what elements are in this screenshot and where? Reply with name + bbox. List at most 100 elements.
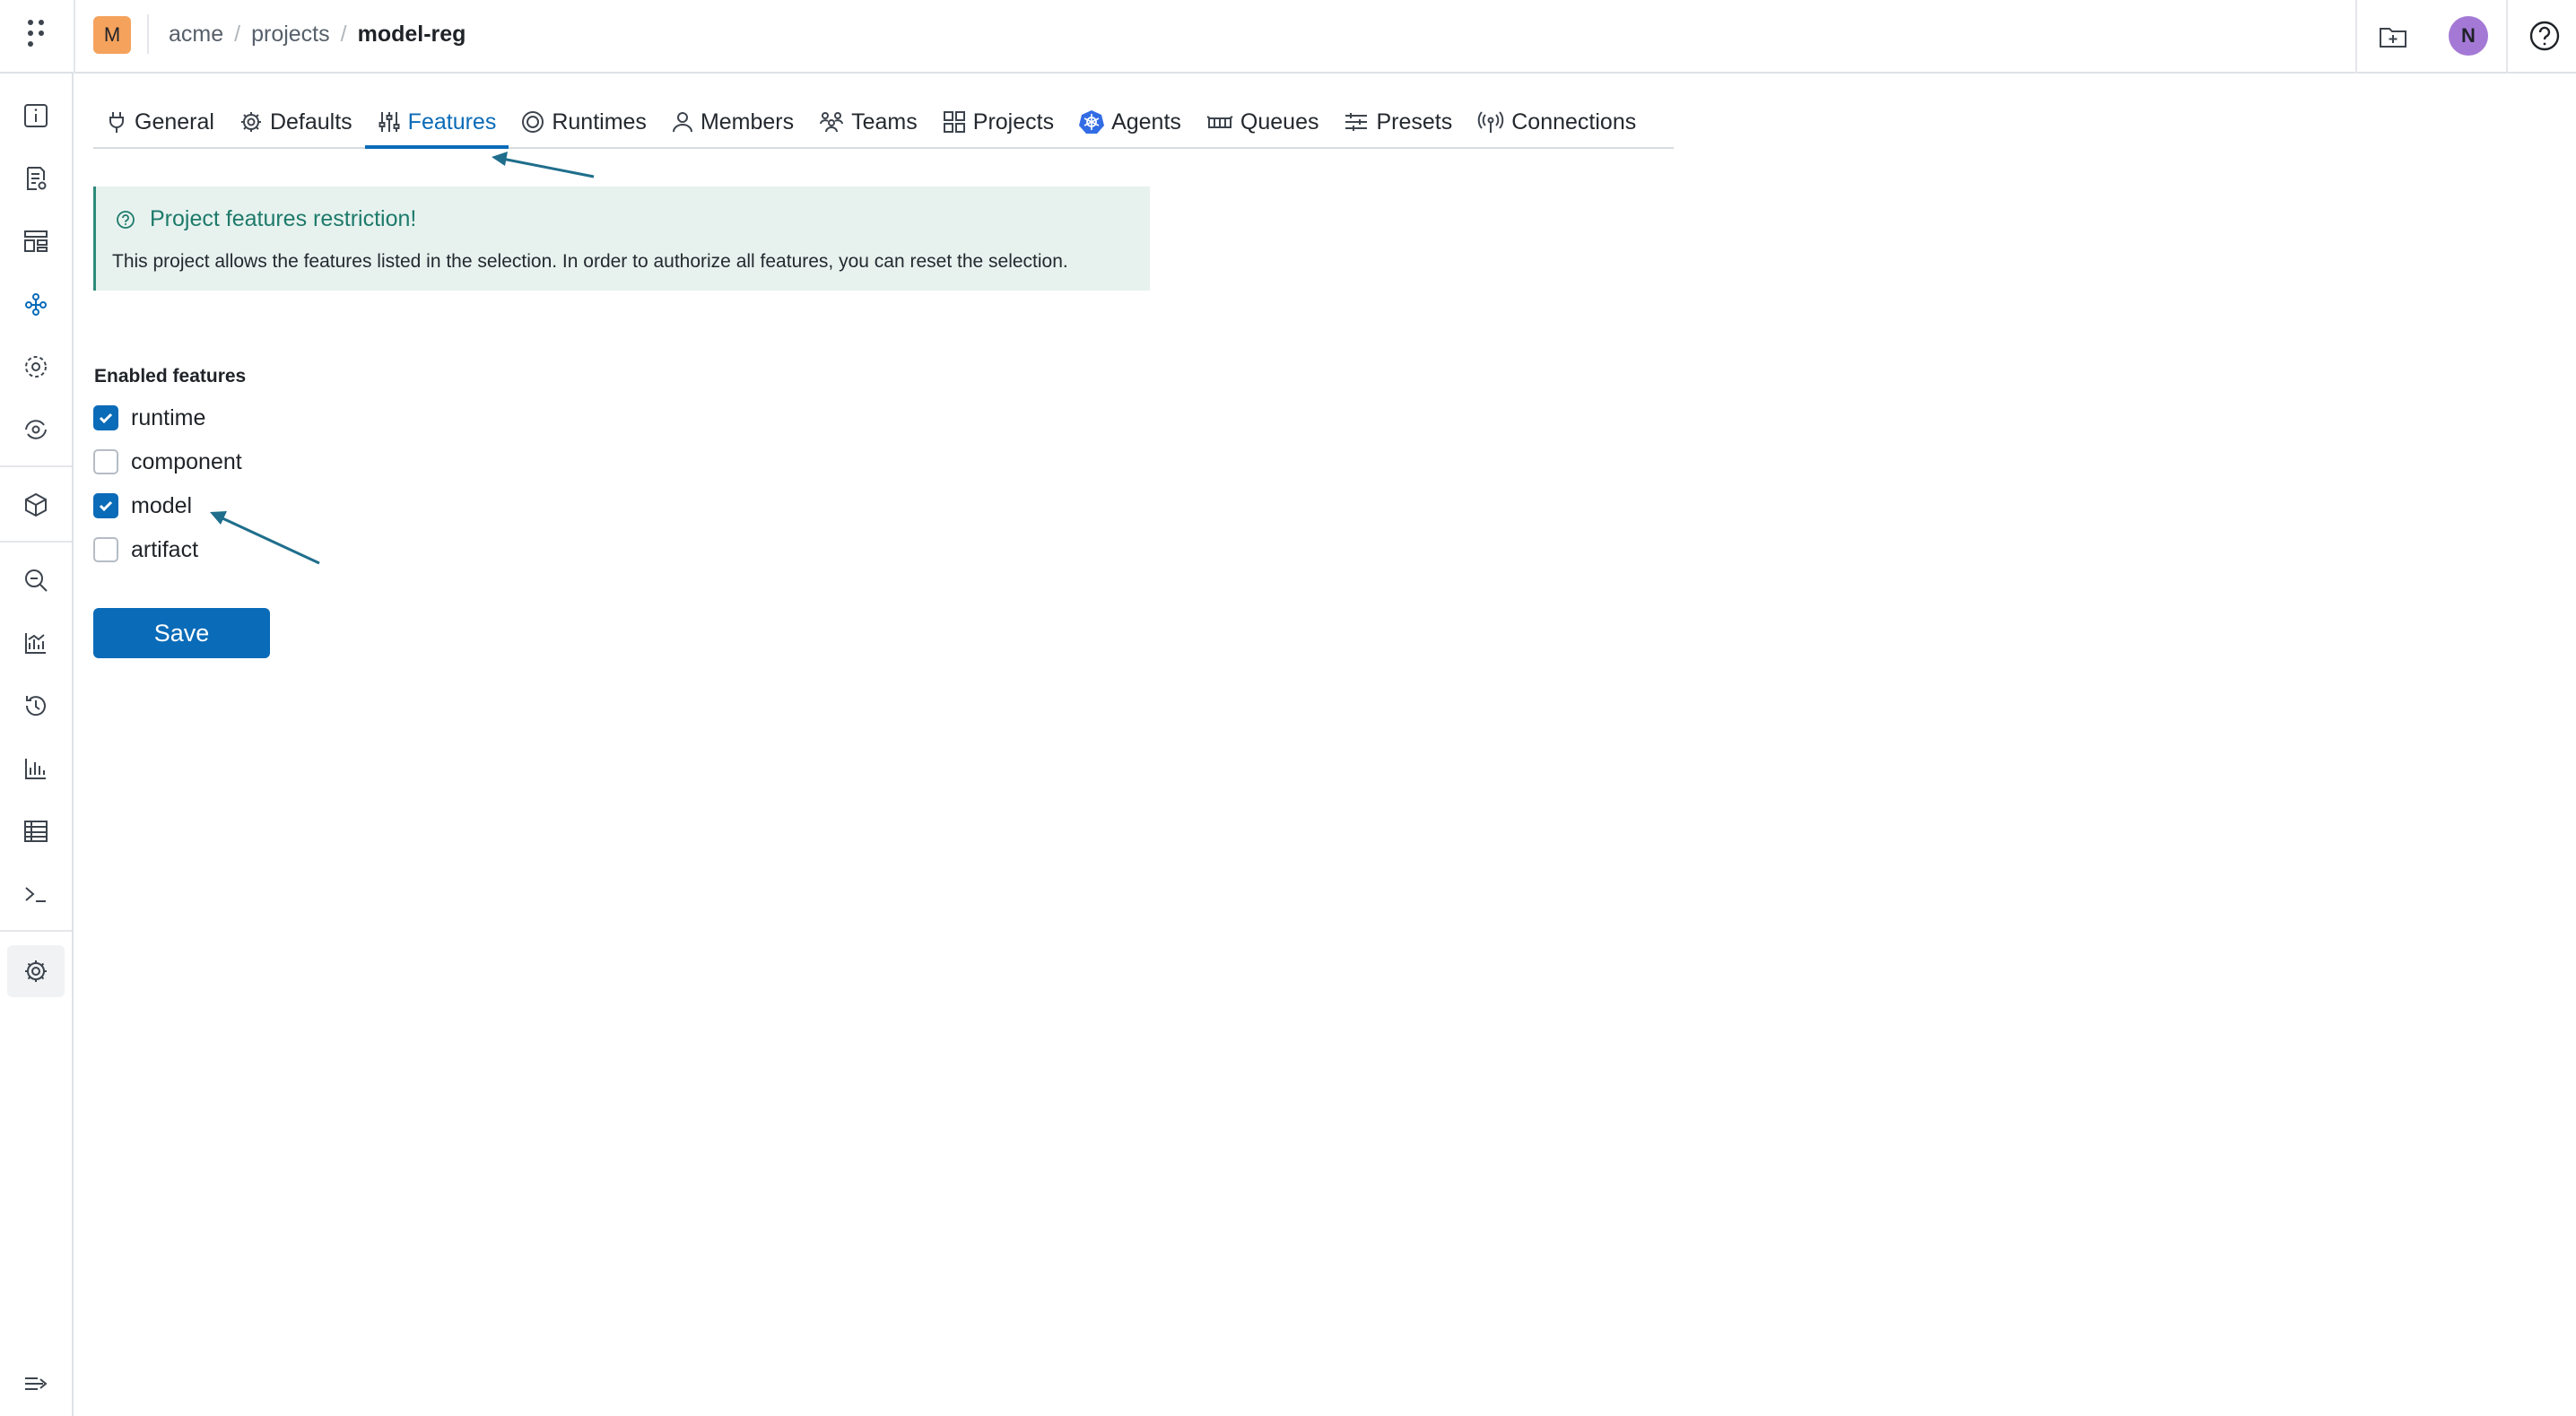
tab-label: General (135, 109, 214, 135)
tab-label: Defaults (269, 109, 352, 135)
feature-checkbox-artifact[interactable] (93, 537, 118, 562)
sidebar-item-terminal[interactable] (18, 876, 54, 912)
apps-grid-icon (28, 20, 44, 47)
left-sidebar (0, 74, 74, 1416)
history-icon (25, 696, 46, 717)
callout-body: This project allows the features listed … (112, 251, 1068, 272)
breadcrumb-org[interactable]: acme (169, 22, 223, 48)
tab-general[interactable]: General (93, 97, 227, 147)
tab-label: Connections (1511, 109, 1637, 135)
tab-label: Projects (972, 109, 1055, 135)
breadcrumb: acme / projects / model-reg (147, 14, 466, 54)
queue-icon (1206, 116, 1233, 128)
presets-icon (1345, 113, 1368, 131)
eye-sync-icon (25, 420, 47, 439)
user-icon (672, 112, 692, 133)
cluster-icon (25, 356, 47, 378)
sidebar-item-tables[interactable] (18, 813, 54, 849)
sidebar-divider (0, 541, 72, 543)
sidebar-item-models[interactable] (18, 487, 54, 523)
sidebar-item-dashboard[interactable] (18, 223, 54, 259)
divider (74, 0, 75, 74)
feature-label: component (131, 448, 242, 474)
tab-label: Teams (851, 109, 918, 135)
bar-chart-icon (25, 759, 46, 779)
feature-checkbox-model[interactable] (93, 493, 118, 518)
feature-label: artifact (131, 536, 199, 562)
feature-checkbox-runtime[interactable] (93, 405, 118, 430)
tab-agents[interactable]: Agents (1066, 97, 1194, 147)
sidebar-item-settings[interactable] (18, 953, 54, 989)
tab-label: Agents (1111, 109, 1181, 135)
tab-projects[interactable]: Projects (930, 97, 1066, 147)
breadcrumb-separator: / (234, 21, 241, 47)
sidebar-divider (0, 465, 72, 467)
chart-line-icon (25, 633, 46, 654)
sidebar-item-kubernetes[interactable] (18, 349, 54, 385)
folder-plus-icon (2380, 28, 2406, 48)
tab-label: Features (407, 109, 497, 135)
sidebar-divider (0, 930, 72, 932)
callout-title: Project features restriction! (150, 206, 417, 231)
tab-label: Queues (1240, 109, 1319, 135)
gear-icon (25, 960, 47, 982)
gear-icon (240, 112, 261, 132)
tab-connections[interactable]: Connections (1465, 97, 1649, 147)
terminal-icon (25, 887, 46, 902)
breadcrumb-separator: / (340, 21, 347, 47)
antenna-icon (1478, 111, 1504, 133)
help-button[interactable] (2525, 16, 2564, 56)
sidebar-item-graph[interactable] (18, 286, 54, 322)
sidebar-item-analytics[interactable] (18, 625, 54, 661)
tab-label: Members (700, 109, 795, 135)
dashboard-icon (24, 230, 48, 252)
new-folder-button[interactable] (2375, 18, 2411, 54)
apps-menu-button[interactable] (18, 16, 54, 52)
sidebar-item-search[interactable] (18, 562, 54, 598)
breadcrumb-projects[interactable]: projects (251, 22, 330, 48)
sidebar-item-monitor[interactable] (18, 412, 54, 447)
save-button[interactable]: Save (93, 608, 270, 658)
grid-icon (943, 111, 965, 133)
plug-icon (109, 112, 124, 133)
tab-teams[interactable]: Teams (806, 97, 930, 147)
breadcrumb-current-project: model-reg (357, 21, 466, 47)
feature-model[interactable]: model (93, 490, 192, 522)
feature-artifact[interactable]: artifact (93, 534, 198, 566)
project-badge[interactable]: M (93, 16, 131, 54)
divider (2506, 0, 2508, 74)
checkmark-icon (99, 413, 113, 424)
feature-label: model (131, 492, 193, 518)
sidebar-item-history[interactable] (18, 688, 54, 724)
sidebar-expand-button[interactable] (18, 1366, 54, 1402)
sidebar-item-functions[interactable] (18, 161, 54, 196)
sidebar-item-info[interactable] (18, 98, 54, 134)
tab-features[interactable]: Features (364, 97, 509, 149)
search-icon (25, 569, 48, 592)
restriction-callout: Project features restriction! This proje… (93, 187, 1150, 291)
enabled-features-label: Enabled features (94, 366, 247, 387)
feature-runtime[interactable]: runtime (93, 402, 205, 434)
checkmark-icon (99, 500, 113, 512)
annotation-arrow-features-tab (492, 152, 595, 178)
tab-members[interactable]: Members (659, 97, 806, 147)
feature-checkbox-component[interactable] (93, 449, 118, 474)
document-gear-icon (27, 167, 47, 190)
help-circle-icon (117, 211, 135, 229)
settings-tabs: General Defaults Features Runtimes Membe… (93, 97, 1674, 149)
user-avatar[interactable]: N (2449, 16, 2488, 56)
tab-defaults[interactable]: Defaults (227, 97, 365, 147)
graph-nodes-icon (25, 293, 47, 316)
tab-label: Runtimes (552, 109, 647, 135)
feature-component[interactable]: component (93, 446, 242, 478)
cube-icon (25, 492, 47, 517)
tab-presets[interactable]: Presets (1331, 97, 1465, 147)
team-icon (820, 112, 844, 133)
table-icon (24, 821, 48, 842)
sidebar-item-metrics[interactable] (18, 751, 54, 786)
help-icon (2529, 21, 2560, 51)
feature-label: runtime (131, 404, 206, 430)
target-icon (522, 111, 544, 133)
tab-runtimes[interactable]: Runtimes (509, 97, 659, 147)
tab-queues[interactable]: Queues (1194, 97, 1332, 147)
